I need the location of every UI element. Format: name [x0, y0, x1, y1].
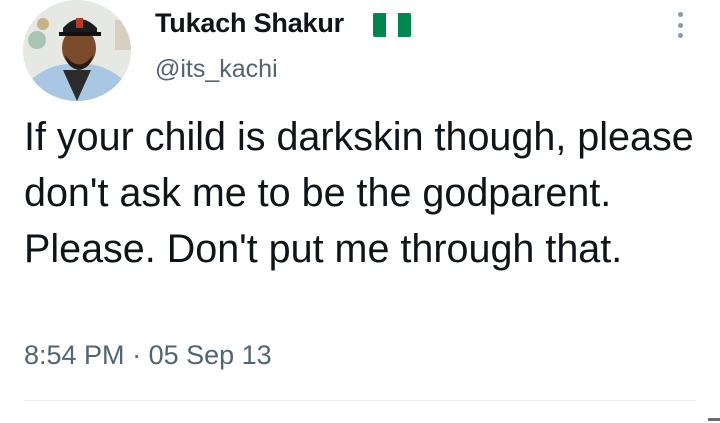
more-vertical-icon[interactable]	[668, 10, 692, 40]
corner-mark	[708, 418, 720, 421]
meta-separator: ·	[132, 340, 142, 370]
tweet-time: 8:54 PM	[24, 340, 125, 370]
avatar[interactable]	[23, 0, 131, 101]
avatar-photo	[23, 0, 131, 101]
nigeria-flag-icon	[373, 13, 411, 37]
tweet-timestamp[interactable]: 8:54 PM · 05 Sep 13	[24, 340, 272, 371]
tweet-date: 05 Sep 13	[148, 340, 272, 370]
user-handle[interactable]: @its_kachi	[155, 55, 278, 84]
tweet-text: If your child is darkskin though, please…	[24, 115, 694, 271]
display-name[interactable]: Tukach Shakur	[155, 8, 344, 39]
divider	[24, 400, 696, 401]
